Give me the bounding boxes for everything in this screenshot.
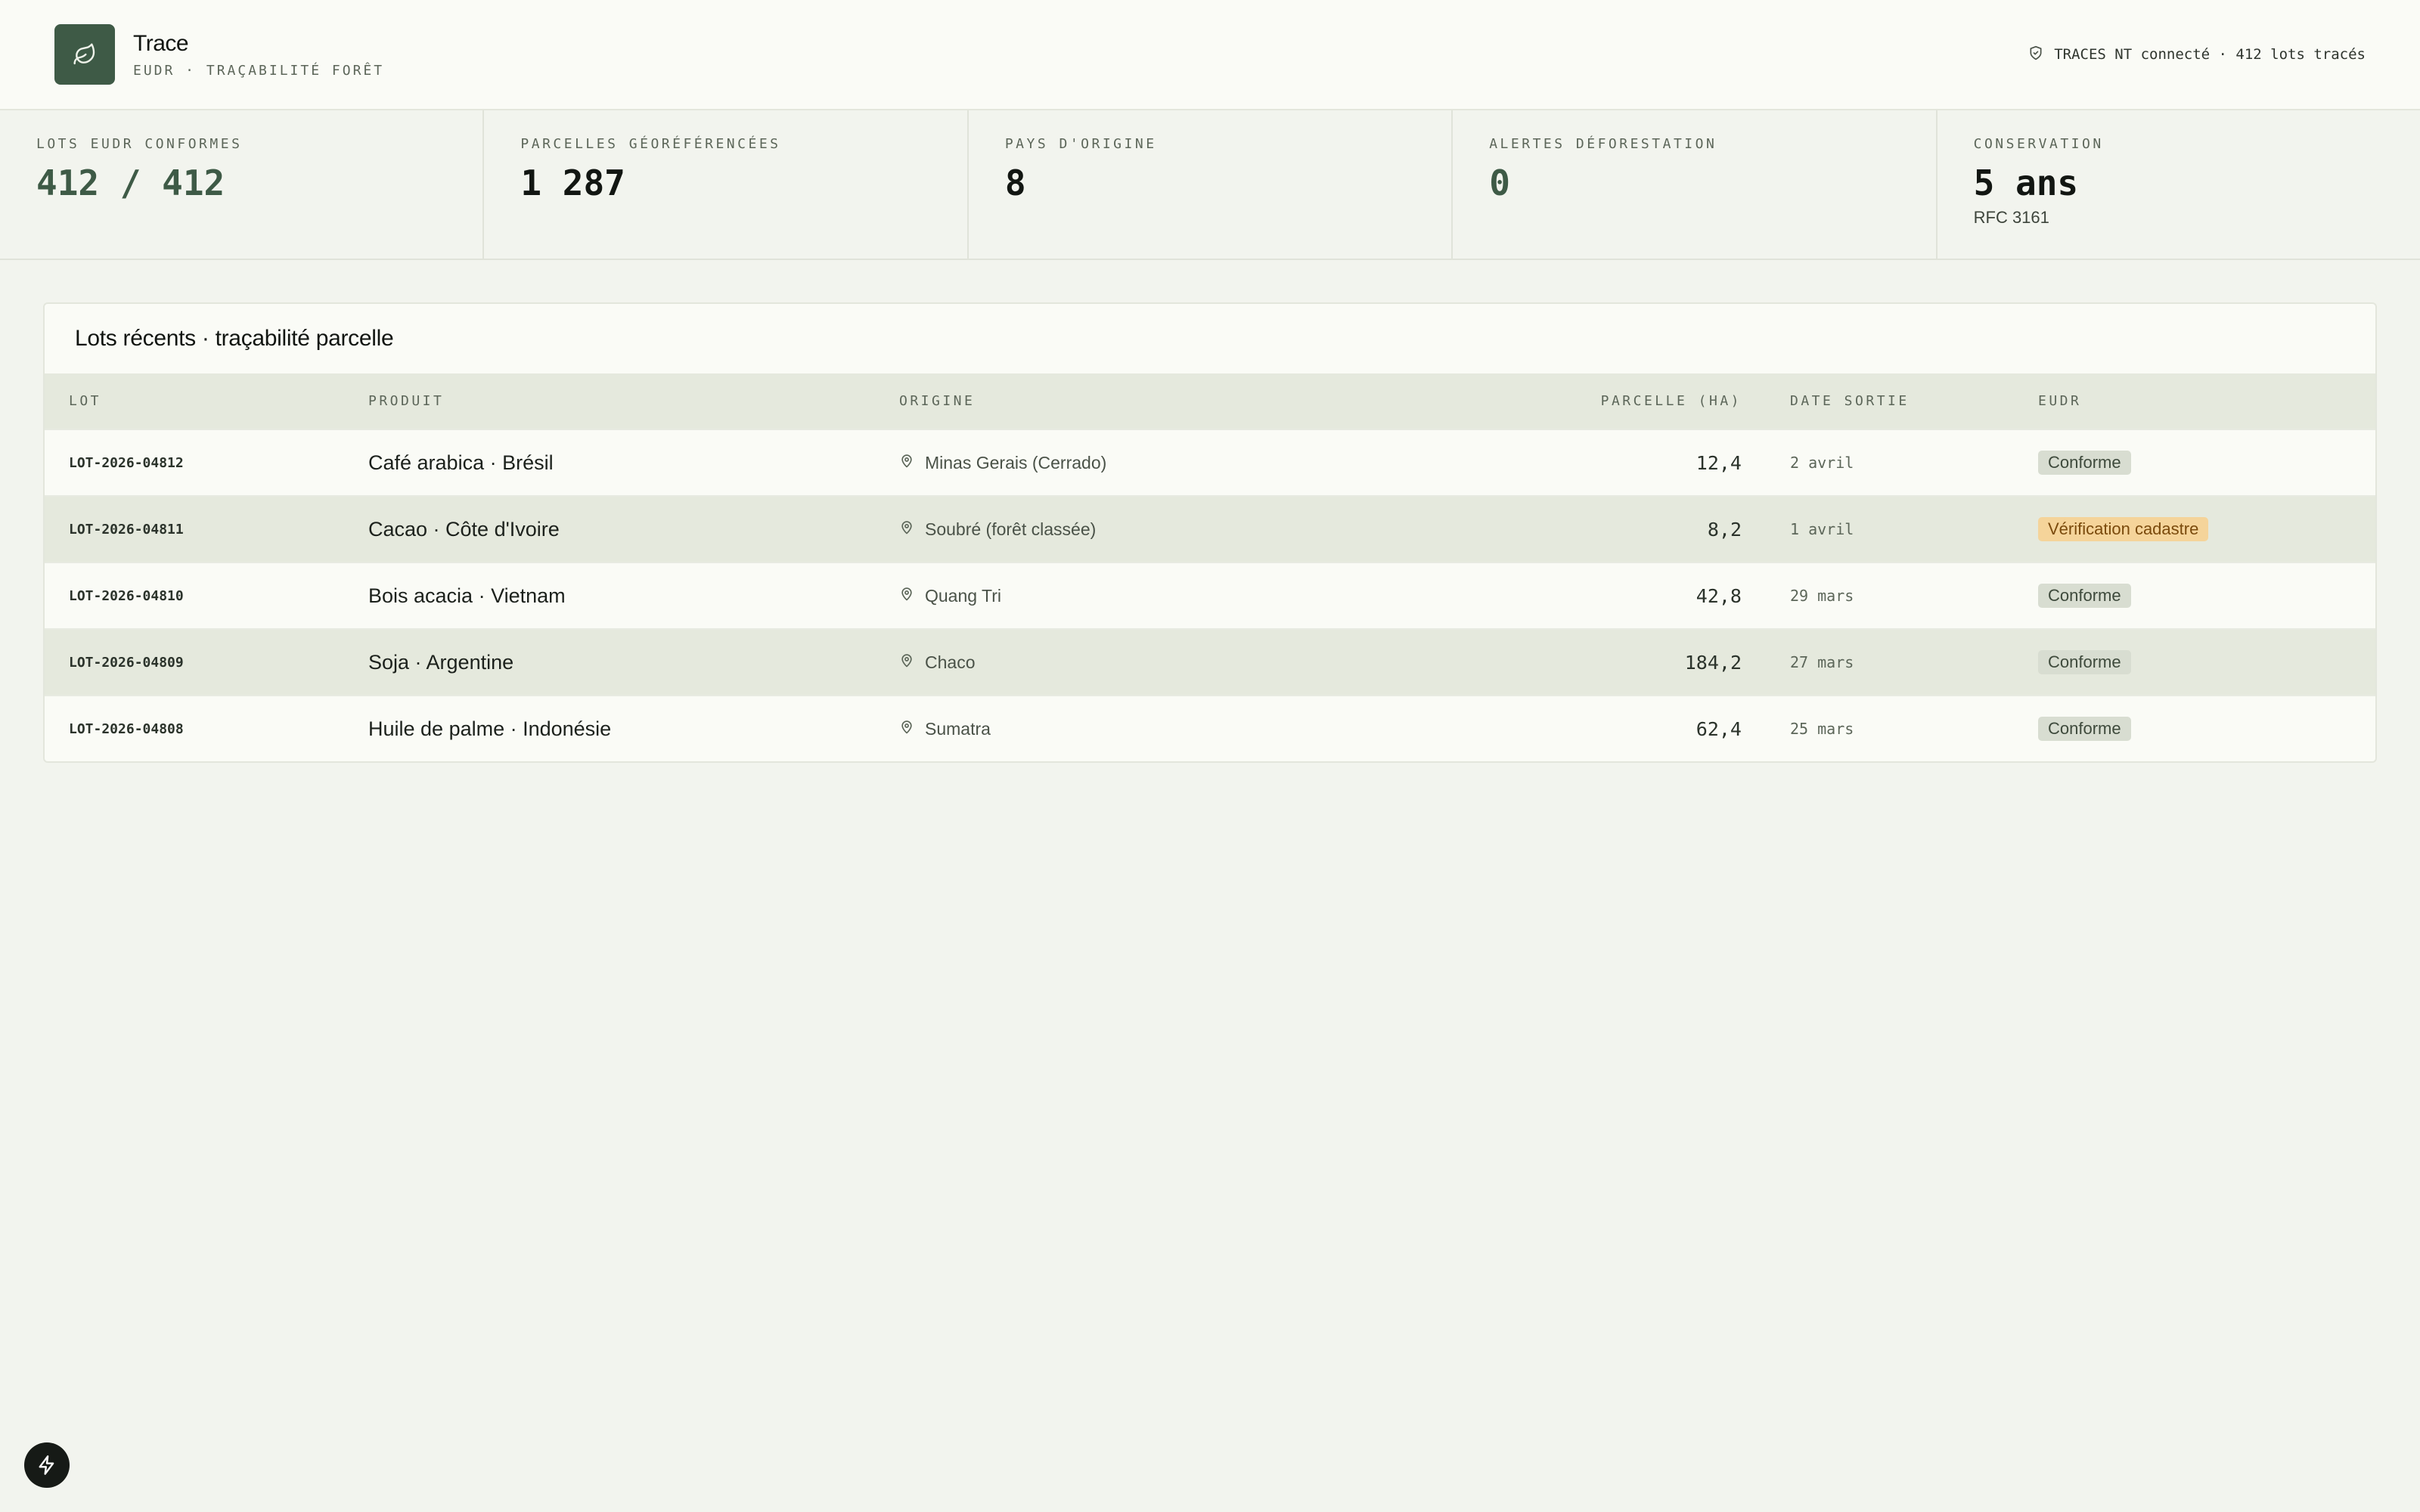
- map-pin-icon: [899, 519, 914, 540]
- leaf-icon: [54, 24, 115, 85]
- map-pin-icon: [899, 719, 914, 739]
- stats-bar: LOTS EUDR CONFORMES 412 / 412 PARCELLES …: [0, 110, 2420, 260]
- stat-conformes: LOTS EUDR CONFORMES 412 / 412: [0, 110, 485, 259]
- status-text: TRACES NT connecté · 412 lots tracés: [2054, 46, 2366, 63]
- map-pin-icon: [899, 652, 914, 673]
- origin: Soubré (forêt classée): [899, 519, 1466, 540]
- origin: Sumatra: [899, 719, 1466, 739]
- status-badge: Vérification cadastre: [2038, 517, 2209, 541]
- stat-value: 412 / 412: [36, 163, 225, 203]
- origin-text: Sumatra: [925, 718, 991, 739]
- table-row[interactable]: LOT-2026-04809 Soja · Argentine Chaco 184,2…: [45, 628, 2375, 695]
- exit-date: 1 avril: [1790, 520, 1854, 538]
- table-row[interactable]: LOT-2026-04810 Bois acacia · Vietnam Quang…: [45, 562, 2375, 628]
- lightning-icon[interactable]: [24, 1442, 70, 1488]
- origin-text: Soubré (forêt classée): [925, 519, 1097, 539]
- product-name: Soja · Argentine: [368, 650, 514, 674]
- exit-date: 29 mars: [1790, 587, 1854, 605]
- stat-alertes: ALERTES DÉFORESTATION 0: [1453, 110, 1938, 259]
- lot-id[interactable]: LOT-2026-04809: [69, 655, 184, 671]
- origin: Chaco: [899, 652, 1466, 673]
- table-row[interactable]: LOT-2026-04812 Café arabica · Brésil Minas…: [45, 429, 2375, 495]
- stat-note: RFC 3161: [1973, 208, 2049, 227]
- connection-status: TRACES NT connecté · 412 lots tracés: [2028, 45, 2366, 64]
- lot-id[interactable]: LOT-2026-04808: [69, 721, 184, 737]
- app-title: Trace: [133, 30, 189, 56]
- brand[interactable]: Trace EUDR · TRAÇABILITÉ FORÊT: [54, 24, 384, 85]
- stat-parcelles: PARCELLES GÉORÉFÉRENCÉES 1 287: [484, 110, 969, 259]
- exit-date: 25 mars: [1790, 720, 1854, 738]
- status-badge: Conforme: [2038, 717, 2131, 741]
- table-header: LOT PRODUIT ORIGINE PARCELLE (HA) DATE S…: [45, 373, 2375, 429]
- brand-text: Trace EUDR · TRAÇABILITÉ FORÊT: [133, 31, 384, 79]
- stat-label: PAYS D'ORIGINE: [1004, 136, 1157, 152]
- shield-icon: [2028, 45, 2043, 64]
- lot-id[interactable]: LOT-2026-04810: [69, 588, 184, 604]
- stat-value: 0: [1489, 163, 1510, 203]
- lot-id[interactable]: LOT-2026-04811: [69, 522, 184, 538]
- status-badge: Conforme: [2038, 650, 2131, 674]
- app-subtitle: EUDR · TRAÇABILITÉ FORÊT: [133, 62, 385, 79]
- product-name: Bois acacia · Vietnam: [368, 584, 566, 607]
- table-title: Lots récents · traçabilité parcelle: [75, 326, 394, 351]
- column-header-parcelle[interactable]: PARCELLE (HA): [1466, 393, 1742, 409]
- table-row[interactable]: LOT-2026-04811 Cacao · Côte d'Ivoire Soubr…: [45, 495, 2375, 562]
- status-badge: Conforme: [2038, 584, 2131, 608]
- stat-value: 5 ans: [1973, 163, 2079, 203]
- column-header-produit[interactable]: PRODUIT: [368, 393, 899, 409]
- column-header-lot[interactable]: LOT: [45, 393, 368, 409]
- lot-id[interactable]: LOT-2026-04812: [69, 455, 184, 471]
- parcel-area: 8,2: [1707, 518, 1742, 541]
- app-header: Trace EUDR · TRAÇABILITÉ FORÊT TRACES NT…: [0, 0, 2420, 110]
- lots-table-card: Lots récents · traçabilité parcelle LOT …: [43, 302, 2377, 763]
- origin-text: Chaco: [925, 652, 976, 672]
- column-header-date[interactable]: DATE SORTIE: [1742, 393, 2038, 409]
- exit-date: 27 mars: [1790, 653, 1854, 671]
- origin: Quang Tri: [899, 586, 1466, 606]
- stat-label: CONSERVATION: [1973, 136, 2104, 152]
- stat-value: 8: [1004, 163, 1026, 203]
- column-header-origine[interactable]: ORIGINE: [899, 393, 1466, 409]
- origin-text: Minas Gerais (Cerrado): [925, 452, 1107, 472]
- stat-conservation: CONSERVATION 5 ans RFC 3161: [1938, 110, 2420, 259]
- parcel-area: 42,8: [1696, 584, 1742, 607]
- stat-pays: PAYS D'ORIGINE 8: [969, 110, 1454, 259]
- stat-label: LOTS EUDR CONFORMES: [36, 136, 243, 152]
- table-body: LOT-2026-04812 Café arabica · Brésil Minas…: [45, 429, 2375, 761]
- exit-date: 2 avril: [1790, 454, 1854, 472]
- parcel-area: 12,4: [1696, 451, 1742, 474]
- status-badge: Conforme: [2038, 451, 2131, 475]
- stat-value: 1 287: [520, 163, 625, 203]
- product-name: Cacao · Côte d'Ivoire: [368, 517, 560, 541]
- map-pin-icon: [899, 586, 914, 606]
- origin: Minas Gerais (Cerrado): [899, 453, 1466, 473]
- table-row[interactable]: LOT-2026-04808 Huile de palme · Indonésie…: [45, 695, 2375, 761]
- stat-label: ALERTES DÉFORESTATION: [1489, 136, 1717, 152]
- parcel-area: 184,2: [1684, 651, 1742, 674]
- parcel-area: 62,4: [1696, 717, 1742, 740]
- stat-label: PARCELLES GÉORÉFÉRENCÉES: [520, 136, 781, 152]
- product-name: Huile de palme · Indonésie: [368, 717, 612, 740]
- product-name: Café arabica · Brésil: [368, 451, 554, 474]
- map-pin-icon: [899, 453, 914, 473]
- origin-text: Quang Tri: [925, 585, 1001, 606]
- column-header-eudr[interactable]: EUDR: [2038, 393, 2375, 409]
